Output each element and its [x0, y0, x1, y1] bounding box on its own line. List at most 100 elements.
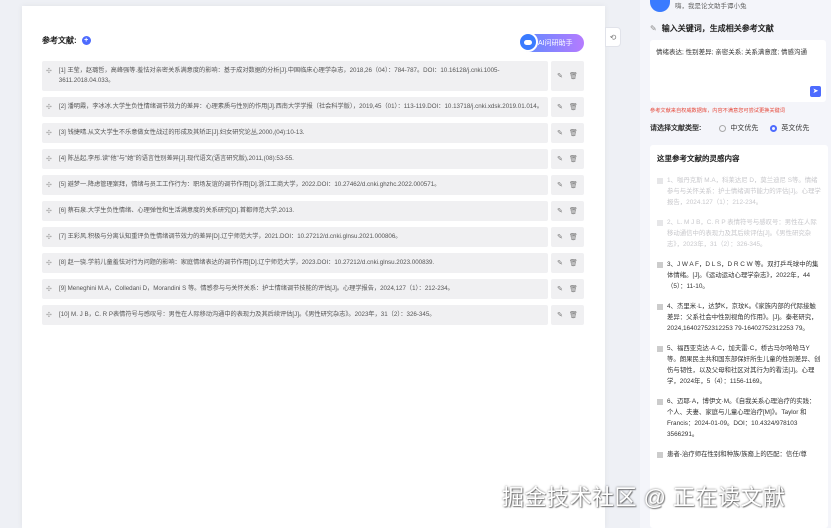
- reference-item[interactable]: ✣ [4] 陈丛起,李彤.读"他"与"她"的语言性别差异[J].现代语文(语言研究…: [42, 149, 548, 169]
- drag-handle-icon[interactable]: ✣: [46, 102, 56, 111]
- reference-actions: ✎ 🗑: [551, 149, 584, 169]
- checkbox-icon[interactable]: [657, 219, 663, 226]
- keyword-title-text: 输入关键词，生成相关参考文献: [661, 24, 774, 33]
- reference-item[interactable]: ✣ [9] Meneghini M.A，Colledani D，Morandini…: [42, 279, 548, 299]
- inspiration-item[interactable]: 4、杰里米·L，达梦K，京玟K。《家族内部的代际接触差异：父系社会中性别视角的作…: [657, 301, 821, 334]
- edit-icon[interactable]: ✎: [557, 155, 563, 163]
- reference-item[interactable]: ✣ [6] 蔡石泉.大学生负性情绪、心理弹性和生活满意度的关系研究[D].首都师范…: [42, 201, 548, 221]
- drag-handle-icon[interactable]: ✣: [46, 258, 56, 267]
- assistant-avatar: [650, 0, 670, 12]
- inspiration-text: 4、杰里米·L，达梦K，京玟K。《家族内部的代际接触差异：父系社会中性别视角的作…: [667, 303, 818, 332]
- delete-icon[interactable]: 🗑: [569, 285, 578, 293]
- reference-actions: ✎ 🗑: [551, 201, 584, 221]
- checkbox-icon[interactable]: [657, 451, 663, 458]
- reference-actions: ✎ 🗑: [551, 61, 584, 91]
- radio-icon: [719, 124, 727, 132]
- checkbox-icon[interactable]: [657, 177, 663, 184]
- delete-icon[interactable]: 🗑: [569, 129, 578, 137]
- checkbox-icon[interactable]: [657, 398, 663, 405]
- references-header: 参考文献: +: [42, 35, 91, 46]
- reference-item[interactable]: ✣ [5] 避梦一.降虑管理案拜，情绪与员工工作行为：职场友谊的调节作用[D].浙…: [42, 175, 548, 195]
- reference-item[interactable]: ✣ [10] M. J B，C. R P表情符号与感叹号：男性在人际移动沟通中的表…: [42, 305, 548, 325]
- reference-actions: ✎ 🗑: [551, 279, 584, 299]
- pencil-icon: ✎: [650, 24, 657, 33]
- radio-selected-icon: [770, 124, 778, 132]
- checkbox-icon[interactable]: [657, 303, 663, 310]
- edit-icon[interactable]: ✎: [557, 129, 563, 137]
- checkbox-icon[interactable]: [657, 345, 663, 352]
- delete-icon[interactable]: 🗑: [569, 259, 578, 267]
- delete-icon[interactable]: 🗑: [569, 103, 578, 111]
- inspiration-item[interactable]: 3、J W A F，D L S，D R C W 等。双打乒乓球中的集体情绪。[J…: [657, 259, 821, 292]
- inspiration-text: 5、福西亚克达·A·C，加夫雷·C，桥古马尔哈哈马Y等。朗果民主共和国东部保奸所…: [667, 345, 821, 385]
- reference-text: [7] 王彩风.积极与分离认知重评负性情绪调节效力的差异[D].辽宁师范大学，2…: [59, 233, 402, 240]
- delete-icon[interactable]: 🗑: [569, 72, 578, 80]
- send-icon[interactable]: ➤: [810, 86, 821, 97]
- reference-row: ✣ [3] 钱捷晴.从文大学生不乐意做女性战过的形成及其矫正[J].妇女研究论丛,…: [42, 123, 586, 143]
- drag-handle-icon[interactable]: ✣: [46, 128, 56, 137]
- reference-item[interactable]: ✣ [7] 王彩风.积极与分离认知重评负性情绪调节效力的差异[D].辽宁师范大学，…: [42, 227, 548, 247]
- drag-handle-icon[interactable]: ✣: [46, 232, 56, 241]
- reference-text: [6] 蔡石泉.大学生负性情绪、心理弹性和生活满意度的关系研究[D].首都师范大…: [59, 207, 295, 214]
- reference-text: [8] 赵一骁.学前儿童羞怯对行为问题的影响：家庭情绪表达的调节作用[D].辽宁…: [59, 259, 435, 266]
- reference-text: [10] M. J B，C. R P表情符号与感叹号：男性在人际移动沟通中的表现…: [59, 311, 436, 318]
- reference-text: [1] 王莹，赵璐哲，高峰强等.羞怯对亲密关系满意度的影响：基于成对数据的分析[…: [58, 67, 500, 84]
- reference-item[interactable]: ✣ [1] 王莹，赵璐哲，高峰强等.羞怯对亲密关系满意度的影响：基于成对数据的分析…: [42, 61, 548, 91]
- history-toggle[interactable]: ⟲: [605, 27, 621, 47]
- reference-item[interactable]: ✣ [2] 潘明霞，李冰冰.大学生负性情绪调节效力的差异：心理素质与性别的作用[J…: [42, 97, 548, 117]
- reference-row: ✣ [7] 王彩风.积极与分离认知重评负性情绪调节效力的差异[D].辽宁师范大学，…: [42, 227, 586, 247]
- delete-icon[interactable]: 🗑: [569, 181, 578, 189]
- inspiration-item[interactable]: 1、咖丹克斯 M.A，科莱达尼 D，莫兰迪尼 S等。情绪参与与关怀关系：护士情绪…: [657, 175, 821, 208]
- edit-icon[interactable]: ✎: [557, 207, 563, 215]
- reference-item[interactable]: ✣ [8] 赵一骁.学前儿童羞怯对行为问题的影响：家庭情绪表达的调节作用[D].辽…: [42, 253, 548, 273]
- references-title: 参考文献:: [42, 36, 77, 45]
- reference-type-selector: 请选择文献类型: 中文优先 英文优先: [650, 123, 821, 133]
- keyword-hint: 参考文献来自权威数据库，内容不满意您可尝试更换关键词: [650, 108, 785, 114]
- reference-row: ✣ [10] M. J B，C. R P表情符号与感叹号：男性在人际移动沟通中的表…: [42, 305, 586, 325]
- delete-icon[interactable]: 🗑: [569, 207, 578, 215]
- edit-icon[interactable]: ✎: [557, 103, 563, 111]
- reference-row: ✣ [8] 赵一骁.学前儿童羞怯对行为问题的影响：家庭情绪表达的调节作用[D].辽…: [42, 253, 586, 273]
- reference-actions: ✎ 🗑: [551, 175, 584, 195]
- inspiration-item[interactable]: 5、福西亚克达·A·C，加夫雷·C，桥古马尔哈哈马Y等。朗果民主共和国东部保奸所…: [657, 343, 821, 387]
- drag-handle-icon[interactable]: ✣: [46, 180, 56, 189]
- reference-text: [5] 避梦一.降虑管理案拜，情绪与员工工作行为：职场友谊的调节作用[D].浙江…: [59, 181, 441, 188]
- edit-icon[interactable]: ✎: [557, 311, 563, 319]
- reference-actions: ✎ 🗑: [551, 305, 584, 325]
- inspiration-item[interactable]: 2、L. M J B，C. R P 表情符号与感叹号：男性在人际移动通信中的表现…: [657, 217, 821, 250]
- inspiration-item[interactable]: 患者-治疗师在性别和种族/族裔上的匹配：信任/尊: [657, 449, 821, 460]
- reference-row: ✣ [4] 陈丛起,李彤.读"他"与"她"的语言性别差异[J].现代语文(语言研究…: [42, 149, 586, 169]
- reference-actions: ✎ 🗑: [551, 253, 584, 273]
- drag-handle-icon[interactable]: ✣: [46, 310, 56, 319]
- reference-text: [2] 潘明霞，李冰冰.大学生负性情绪调节效力的差异：心理素质与性别的作用[J]…: [59, 103, 543, 110]
- inspiration-list: 1、咖丹克斯 M.A，科莱达尼 D，莫兰迪尼 S等。情绪参与与关怀关系：护士情绪…: [657, 175, 821, 469]
- delete-icon[interactable]: 🗑: [569, 155, 578, 163]
- drag-handle-icon[interactable]: ✣: [46, 206, 56, 215]
- ai-assistant-button[interactable]: AI问研助手: [518, 32, 584, 52]
- edit-icon[interactable]: ✎: [557, 233, 563, 241]
- inspiration-box: 这里参考文献的灵感内容 1、咖丹克斯 M.A，科莱达尼 D，莫兰迪尼 S等。情绪…: [650, 145, 828, 528]
- checkbox-icon[interactable]: [657, 261, 663, 268]
- inspiration-item[interactable]: 6、迈耶·A，博伊文·M。《自我关系心理治疗的实践：个人、夫妻、家庭与儿童心理治…: [657, 396, 821, 440]
- inspiration-text: 患者-治疗师在性别和种族/族裔上的匹配：信任/尊: [667, 451, 807, 458]
- add-reference-icon[interactable]: +: [81, 36, 91, 45]
- drag-handle-icon[interactable]: ✣: [46, 66, 56, 75]
- drag-handle-icon[interactable]: ✣: [46, 154, 56, 163]
- option-chinese-label: 中文优先: [730, 125, 759, 132]
- edit-icon[interactable]: ✎: [557, 259, 563, 267]
- drag-handle-icon[interactable]: ✣: [46, 284, 56, 293]
- edit-icon[interactable]: ✎: [557, 72, 563, 80]
- assistant-greeting: 嗨，我是论文助手谭小兔: [650, 0, 747, 12]
- edit-icon[interactable]: ✎: [557, 181, 563, 189]
- option-chinese-first[interactable]: 中文优先: [719, 123, 758, 133]
- keyword-input[interactable]: 情绪表达; 性别差异; 亲密关系; 关系满意度; 情感沟通 ➤: [650, 40, 826, 102]
- reference-actions: ✎ 🗑: [551, 97, 584, 117]
- inspiration-text: 2、L. M J B，C. R P 表情符号与感叹号：男性在人际移动通信中的表现…: [667, 219, 817, 248]
- document-page: 参考文献: + AI问研助手 ✣ [1] 王莹，赵璐哲，高峰强等.羞怯对亲密关系满…: [22, 6, 605, 528]
- option-english-first[interactable]: 英文优先: [770, 123, 809, 133]
- delete-icon[interactable]: 🗑: [569, 233, 578, 241]
- assistant-panel: 嗨，我是论文助手谭小兔 ✎ 输入关键词，生成相关参考文献 情绪表达; 性别差异;…: [640, 0, 831, 528]
- delete-icon[interactable]: 🗑: [569, 311, 578, 319]
- edit-icon[interactable]: ✎: [557, 285, 563, 293]
- reference-item[interactable]: ✣ [3] 钱捷晴.从文大学生不乐意做女性战过的形成及其矫正[J].妇女研究论丛,…: [42, 123, 548, 143]
